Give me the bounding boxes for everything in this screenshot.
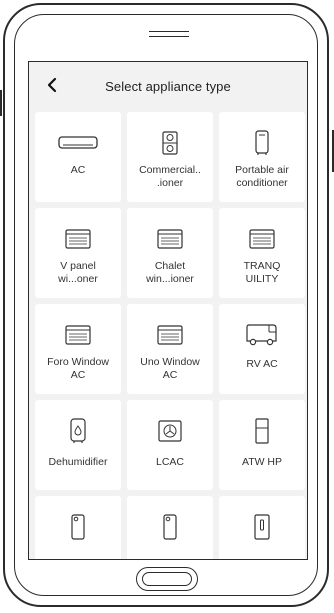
indoor-unit-icon xyxy=(253,514,271,540)
window-ac-icon xyxy=(249,226,275,252)
appliance-tile-commercial[interactable]: Commercial.. .ioner xyxy=(127,112,213,202)
appliance-tile-tower-2[interactable] xyxy=(127,496,213,559)
tile-label: Chalet win...ioner xyxy=(146,260,194,285)
appliance-tile-chalet[interactable]: Chalet win...ioner xyxy=(127,208,213,298)
rv-icon xyxy=(245,322,279,348)
tile-label: LCAC xyxy=(155,456,184,468)
tile-label: Uno Window AC xyxy=(140,356,200,381)
app-screen: Select appliance type AC Commercial.. .i… xyxy=(28,61,308,560)
window-ac-icon xyxy=(65,226,91,252)
split-ac-icon xyxy=(58,130,98,156)
tower-unit-icon xyxy=(70,514,86,540)
appliance-tile-lcac[interactable]: LCAC xyxy=(127,400,213,490)
appliance-tile-dehumidifier[interactable]: Dehumidifier xyxy=(35,400,121,490)
appliance-tile-tower-1[interactable] xyxy=(35,496,121,559)
tile-label: TRANQ UILITY xyxy=(243,260,281,285)
heat-pump-icon xyxy=(254,418,270,444)
appliance-tile-portable[interactable]: Portable air conditioner xyxy=(219,112,305,202)
tile-label: AC xyxy=(70,164,86,176)
speaker-grille xyxy=(149,31,189,37)
chevron-left-icon[interactable] xyxy=(41,74,63,96)
dehumidifier-icon xyxy=(69,418,87,444)
tile-label: ATW HP xyxy=(241,456,283,468)
page-title: Select appliance type xyxy=(105,78,231,94)
appliance-tile-v-panel[interactable]: V panel wi...oner xyxy=(35,208,121,298)
fan-unit-icon xyxy=(158,418,182,444)
appliance-tile-foro-window[interactable]: Foro Window AC xyxy=(35,304,121,394)
tile-label: Portable air conditioner xyxy=(235,164,289,189)
tile-label: V panel wi...oner xyxy=(58,260,98,285)
tile-label: RV AC xyxy=(246,358,278,370)
volume-button xyxy=(0,90,2,116)
appliance-tile-rv-ac[interactable]: RV AC xyxy=(219,304,305,394)
portable-ac-icon xyxy=(254,130,270,156)
tile-label: Dehumidifier xyxy=(48,456,108,468)
appliance-tile-ac[interactable]: AC xyxy=(35,112,121,202)
window-ac-icon xyxy=(65,322,91,348)
commercial-ac-icon xyxy=(162,130,178,156)
appliance-tile-tranquility[interactable]: TRANQ UILITY xyxy=(219,208,305,298)
tower-unit-icon xyxy=(162,514,178,540)
home-button[interactable] xyxy=(136,567,198,591)
tile-label: Foro Window AC xyxy=(47,356,109,381)
appliance-tile-indoor[interactable] xyxy=(219,496,305,559)
appliance-tile-atw-hp[interactable]: ATW HP xyxy=(219,400,305,490)
window-ac-icon xyxy=(157,226,183,252)
top-bar: Select appliance type xyxy=(29,62,307,110)
window-ac-icon xyxy=(157,322,183,348)
tile-label: Commercial.. .ioner xyxy=(139,164,201,189)
appliance-tile-uno-window[interactable]: Uno Window AC xyxy=(127,304,213,394)
appliance-grid: AC Commercial.. .ioner Portable air cond… xyxy=(35,112,305,559)
